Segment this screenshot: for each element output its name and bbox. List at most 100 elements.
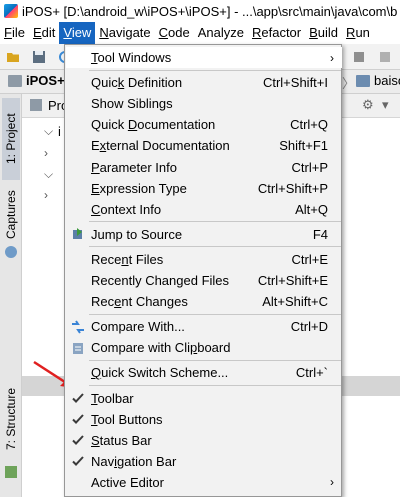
menu-item-external-documentation[interactable]: External Documentation Shift+F1 [66,135,342,156]
menu-item-status-bar[interactable]: Status Bar [66,430,342,451]
menu-item-jump-to-source[interactable]: Jump to Source F4 [66,224,342,245]
ide-window: iPOS+ [D:\android_w\iPOS+\iPOS+] - ...\a… [0,0,400,497]
project-view-icon [30,99,42,111]
menu-analyze[interactable]: Analyze [194,22,248,44]
menu-item-expression-type[interactable]: Expression Type Ctrl+Shift+P [66,178,342,199]
menu-item-label: Jump to Source [91,226,183,242]
menu-item-quick-documentation[interactable]: Quick Documentation Ctrl+Q [66,114,342,135]
menu-mnemonic: R [251,25,262,40]
tab-structure[interactable]: 7: Structure [2,378,20,460]
menu-mnemonic: V [63,25,72,40]
menu-label-rest: iew [71,25,92,40]
menu-label-rest: efactor [261,25,302,40]
nav-separator-icon: 〉 [342,76,356,91]
menu-item-quick-switch-scheme[interactable]: Quick Switch Scheme... Ctrl+` [66,362,342,383]
menu-label-rest: ile [11,25,25,40]
menu-item-compare-with[interactable]: Compare With... Ctrl+D [66,316,342,337]
debug-icon[interactable] [378,50,392,64]
tab-captures[interactable]: Captures [2,186,20,244]
menu-bar: File Edit View Navigate Code Analyze Refactor B… [0,22,400,44]
submenu-arrow-icon: › [330,475,334,490]
menu-item-label: Navigation Bar [91,453,177,469]
menu-item-label: Status Bar [91,432,152,448]
menu-item-active-editor[interactable]: Active Editor › [66,472,342,493]
dropdown-arrow-icon[interactable]: ▾ [382,97,389,113]
menu-item-quick-definition[interactable]: Quick Definition Ctrl+Shift+I [66,72,342,93]
menu-item-label: Recent Changes [91,294,188,310]
menu-item-recent-changes[interactable]: Recent Changes Alt+Shift+C [66,291,342,312]
menu-label-rest: avigate [108,25,151,40]
menu-edit[interactable]: Edit [29,22,59,44]
menu-refactor[interactable]: Refactor [248,22,305,44]
check-icon [70,390,86,406]
menu-item-parameter-info[interactable]: Parameter Info Ctrl+P [66,157,342,178]
submenu-arrow-icon: › [330,50,334,65]
menu-run[interactable]: Run [342,22,374,44]
menu-item-navigation-bar[interactable]: Navigation Bar [66,451,342,472]
save-icon[interactable] [32,50,46,64]
app-logo-icon [4,4,18,18]
menu-separator [89,246,341,248]
menu-item-label: Toolbar [91,390,134,406]
settings-gear-icon[interactable]: ⚙ [362,97,374,113]
menu-item-recent-files[interactable]: Recent Files Ctrl+E [66,249,342,270]
tree-collapse-icon[interactable]: › [44,188,48,202]
menu-item-shortcut: Ctrl+Shift+I [262,75,328,91]
menu-item-shortcut: Shift+F1 [279,138,328,154]
menu-item-tool-buttons[interactable]: Tool Buttons [66,409,342,430]
tree-expand-icon[interactable]: ⌵ [44,124,53,139]
menu-file[interactable]: File [0,22,29,44]
menu-item-shortcut: Ctrl+Shift+P [257,180,328,196]
menu-item-shortcut: Alt+Shift+C [262,294,328,310]
title-bar: iPOS+ [D:\android_w\iPOS+\iPOS+] - ...\a… [0,0,400,22]
tree-expand-icon[interactable]: ⌵ [44,167,53,182]
menu-item-label: External Documentation [91,138,230,154]
menu-item-label: Tool Buttons [91,411,163,427]
menu-mnemonic: B [309,25,318,40]
menu-item-show-siblings[interactable]: Show Siblings [66,93,342,114]
menu-separator [89,69,341,71]
tab-captures-label: Captures [4,190,18,240]
tab-structure-label: 7: Structure [4,387,18,451]
tree-root-label[interactable]: i [58,124,61,139]
open-folder-icon[interactable] [6,50,20,64]
menu-item-shortcut: Ctrl+E [291,251,328,267]
tree-collapse-icon[interactable]: › [44,146,48,160]
menu-item-shortcut: Alt+Q [295,201,328,217]
menu-item-label: Recent Files [91,251,164,267]
check-icon [70,453,86,469]
menu-mnemonic: F [4,25,12,40]
menu-item-context-info[interactable]: Context Info Alt+Q [66,199,342,220]
menu-item-tool-windows[interactable]: Tool Windows › [66,47,342,68]
menu-mnemonic: C [158,25,169,40]
menu-code[interactable]: Code [155,22,194,44]
menu-item-label: Quick Documentation [91,117,216,133]
menu-mnemonic: N [99,25,109,40]
compare-icon [70,319,86,335]
nav-crumb-project[interactable]: iPOS+ [26,73,65,88]
menu-item-label: Quick Switch Scheme... [91,365,229,381]
menu-view[interactable]: View [59,22,96,44]
menu-item-label: Expression Type [91,180,187,196]
check-icon [70,411,86,427]
menu-item-label: Recently Changed Files [91,273,230,288]
check-icon [70,432,86,448]
captures-icon [5,246,17,258]
window-title: iPOS+ [D:\android_w\iPOS+\iPOS+] - ...\a… [22,3,398,19]
menu-navigate[interactable]: Navigate [95,22,154,44]
menu-item-compare-with-clipboard[interactable]: Compare with Clipboard [66,337,342,358]
menu-separator [89,359,341,361]
compare-clipboard-icon [70,340,86,356]
menu-item-label: Tool Windows [91,50,172,65]
run-config-icon[interactable] [352,50,366,64]
tab-project[interactable]: 1: Project [2,98,20,180]
menu-item-recently-changed-files[interactable]: Recently Changed Files Ctrl+Shift+E [66,270,342,291]
menu-item-shortcut: Ctrl+Shift+E [257,273,328,288]
menu-label-rest: dit [41,25,56,40]
menu-item-toolbar[interactable]: Toolbar [66,388,342,409]
menu-item-label: Compare with Clipboard [91,340,231,356]
menu-item-shortcut: Ctrl+D [290,319,328,335]
menu-build[interactable]: Build [305,22,342,44]
nav-crumb-package[interactable]: baiso [374,73,400,88]
menu-mnemonic: E [32,25,42,40]
